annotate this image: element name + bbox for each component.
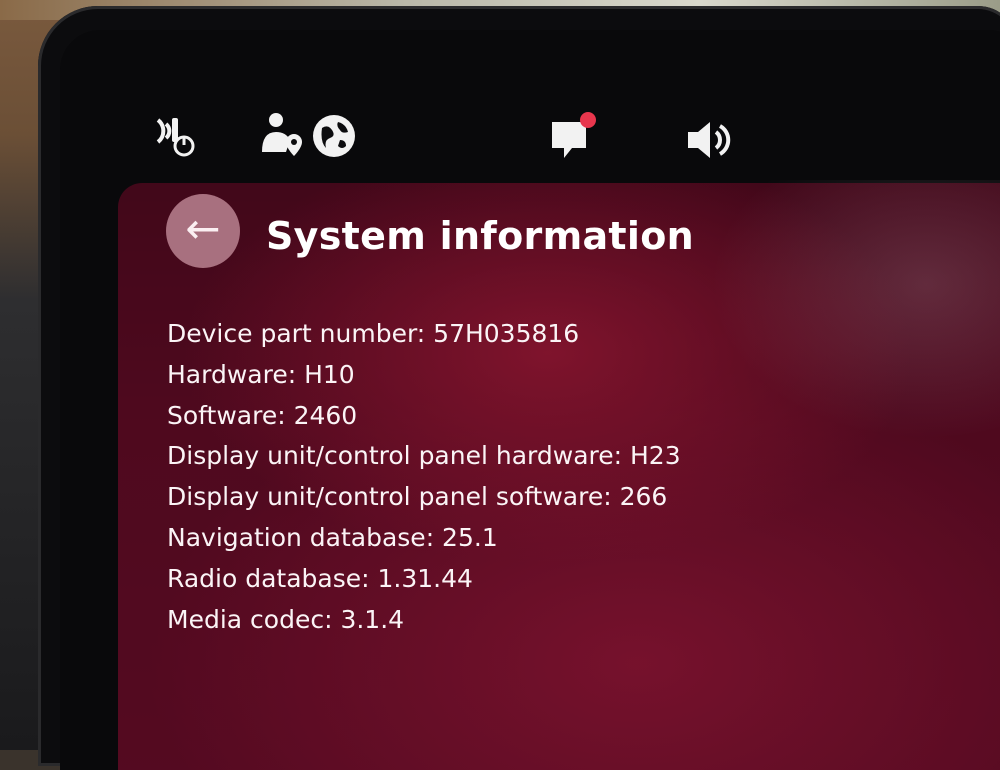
wireless-charging-icon[interactable] [150, 112, 200, 158]
info-item-navigation-database: Navigation database: 25.1 [167, 522, 498, 552]
user-location-icon[interactable] [258, 110, 308, 160]
system-info-list: Device part number: 57H035816 Hardware: … [167, 314, 681, 640]
info-item-display-hardware: Display unit/control panel hardware: H23 [167, 441, 681, 471]
screen-glare [710, 180, 1000, 440]
volume-icon[interactable] [686, 118, 732, 162]
info-item-software: Software: 2460 [167, 400, 358, 430]
back-button[interactable]: ← [166, 194, 240, 268]
back-arrow-icon: ← [185, 204, 221, 253]
info-item-media-codec: Media codec: 3.1.4 [167, 604, 405, 634]
notification-badge [580, 112, 596, 128]
info-item-hardware: Hardware: H10 [167, 359, 355, 389]
globe-icon[interactable] [310, 112, 358, 160]
info-item-device-part-number: Device part number: 57H035816 [167, 319, 580, 348]
info-item-radio-database: Radio database: 1.31.44 [167, 563, 473, 593]
page-title: System information [266, 214, 694, 258]
info-item-display-software: Display unit/control panel software: 266 [167, 482, 668, 512]
